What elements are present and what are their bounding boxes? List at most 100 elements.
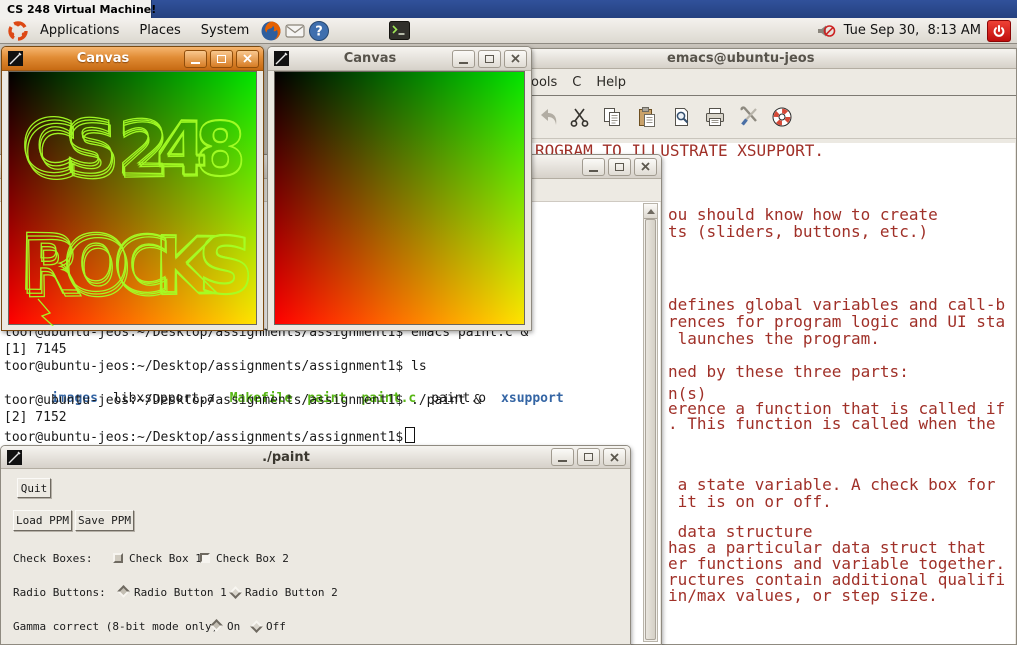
terminal-line: [2] 7152 xyxy=(4,410,67,425)
maximize-icon xyxy=(584,453,593,461)
canvas-window-title: Canvas xyxy=(291,51,449,66)
close-icon xyxy=(610,453,619,462)
preferences-icon[interactable] xyxy=(736,104,762,130)
mail-icon[interactable] xyxy=(283,19,307,43)
emacs-window-title: emacs@ubuntu-jeos xyxy=(529,51,1012,66)
terminal-cursor xyxy=(405,427,415,443)
menu-help[interactable]: Help xyxy=(596,75,626,90)
menu-c[interactable]: C xyxy=(572,75,581,90)
shutdown-button[interactable] xyxy=(987,20,1011,42)
applications-menu[interactable]: Applications xyxy=(30,23,129,38)
canvas-window-title: Canvas xyxy=(25,51,181,66)
gamma-label: Gamma correct (8-bit mode only) xyxy=(13,620,218,633)
emacs-toolbar xyxy=(525,96,1016,139)
paint-window: ./paint Quit Load PPM Save PPM Check Box… xyxy=(0,445,631,645)
terminal-line: toor@ubuntu-jeos:~/Desktop/assignments/a… xyxy=(4,359,427,374)
emacs-text-line: ned by these three parts: xyxy=(668,362,909,381)
firefox-icon[interactable] xyxy=(259,19,283,43)
terminal-prompt-line: toor@ubuntu-jeos:~/Desktop/assignments/a… xyxy=(4,427,415,445)
checkbox-2-label[interactable]: Check Box 2 xyxy=(216,552,289,565)
close-button[interactable] xyxy=(634,158,657,176)
terminal-line: toor@ubuntu-jeos:~/Desktop/assignments/a… xyxy=(4,393,481,408)
paint-canvas[interactable] xyxy=(274,71,525,325)
emacs-menubar: ools C Help xyxy=(525,69,1016,96)
terminal-scrollbar[interactable] xyxy=(643,203,658,642)
undo-icon[interactable] xyxy=(535,104,561,130)
help-launcher-icon[interactable]: ? xyxy=(307,19,331,43)
gamma-off-radio[interactable] xyxy=(250,620,263,633)
close-button[interactable] xyxy=(504,50,527,68)
help-icon[interactable] xyxy=(769,104,795,130)
load-ppm-button[interactable]: Load PPM xyxy=(13,510,72,531)
minimize-button[interactable] xyxy=(551,448,574,466)
maximize-button[interactable] xyxy=(478,50,501,68)
svg-text:?: ? xyxy=(315,24,323,39)
checkbox-1[interactable] xyxy=(113,553,123,563)
close-button[interactable] xyxy=(236,50,259,68)
power-icon xyxy=(992,24,1006,38)
ls-entry: xsupport xyxy=(501,391,564,406)
close-icon xyxy=(641,162,650,171)
paint-titlebar[interactable]: ./paint xyxy=(1,446,630,469)
paint-app-icon xyxy=(8,51,23,66)
system-menu[interactable]: System xyxy=(191,23,259,38)
close-icon xyxy=(243,54,252,63)
menu-tools[interactable]: ools xyxy=(531,75,557,90)
canvas-window-active: Canvas CS 248 CS 248 CS 248 ROCKS ROCKS … xyxy=(1,46,264,331)
search-icon[interactable] xyxy=(669,104,695,130)
radio-button-1[interactable] xyxy=(117,585,130,598)
scroll-up-button[interactable] xyxy=(644,204,657,219)
minimize-icon xyxy=(558,452,567,462)
paint-app-icon xyxy=(274,51,289,66)
radio-button-2-label[interactable]: Radio Button 2 xyxy=(245,586,338,599)
minimize-button[interactable] xyxy=(582,158,605,176)
paste-icon[interactable] xyxy=(634,104,660,130)
gamma-off-label[interactable]: Off xyxy=(266,620,286,633)
checkbox-1-label[interactable]: Check Box 1 xyxy=(129,552,202,565)
emacs-text-line: . This function is called when the xyxy=(668,414,996,433)
desktop: emacs@ubuntu-jeos ools C Help xyxy=(0,0,1017,645)
canvas-titlebar[interactable]: Canvas xyxy=(268,47,531,71)
minimize-button[interactable] xyxy=(452,50,475,68)
paint-window-title: ./paint xyxy=(24,450,548,465)
minimize-icon xyxy=(191,54,200,64)
canvas-drawing[interactable]: CS 248 CS 248 CS 248 ROCKS ROCKS ROCKS xyxy=(8,71,258,326)
emacs-text-line: ts (sliders, buttons, etc.) xyxy=(668,222,928,241)
quit-button[interactable]: Quit xyxy=(17,478,51,498)
maximize-icon xyxy=(217,55,226,63)
close-icon xyxy=(511,54,520,63)
drawing-text-line2: ROCKS xyxy=(18,218,255,312)
emacs-text-line: in/max values, or step size. xyxy=(668,586,938,605)
places-menu[interactable]: Places xyxy=(129,23,190,38)
volume-muted-icon[interactable] xyxy=(814,19,838,43)
gamma-on-label[interactable]: On xyxy=(227,620,240,633)
checkbox-2[interactable] xyxy=(200,553,210,563)
maximize-button[interactable] xyxy=(577,448,600,466)
radio-button-1-label[interactable]: Radio Button 1 xyxy=(134,586,227,599)
vm-title: CS 248 Virtual Machine! xyxy=(7,3,156,16)
save-ppm-button[interactable]: Save PPM xyxy=(75,510,134,531)
maximize-button[interactable] xyxy=(608,158,631,176)
terminal-launcher-icon[interactable] xyxy=(387,19,411,43)
print-icon[interactable] xyxy=(702,104,728,130)
maximize-button[interactable] xyxy=(210,50,233,68)
terminal-line: [1] 7145 xyxy=(4,342,67,357)
maximize-icon xyxy=(485,55,494,63)
terminal-prompt: toor@ubuntu-jeos:~/Desktop/assignments/a… xyxy=(4,430,403,445)
drawing-text-line1: CS 248 xyxy=(20,103,246,193)
emacs-titlebar[interactable]: emacs@ubuntu-jeos xyxy=(525,49,1016,69)
scrollbar-thumb[interactable] xyxy=(645,219,656,640)
ubuntu-menu-icon[interactable] xyxy=(6,19,30,43)
paint-app-icon xyxy=(7,450,22,465)
panel-clock[interactable]: Tue Sep 30, 8:13 AM xyxy=(844,23,981,38)
radio-button-2[interactable] xyxy=(229,586,242,599)
close-button[interactable] xyxy=(603,448,626,466)
radio-buttons-label: Radio Buttons: xyxy=(13,586,106,599)
minimize-button[interactable] xyxy=(184,50,207,68)
minimize-icon xyxy=(589,162,598,172)
cut-icon[interactable] xyxy=(567,104,593,130)
copy-icon[interactable] xyxy=(599,104,625,130)
canvas-titlebar[interactable]: Canvas xyxy=(2,47,263,71)
vm-console-tab[interactable]: CS 248 Virtual Machine! xyxy=(0,0,152,18)
maximize-icon xyxy=(615,163,624,171)
